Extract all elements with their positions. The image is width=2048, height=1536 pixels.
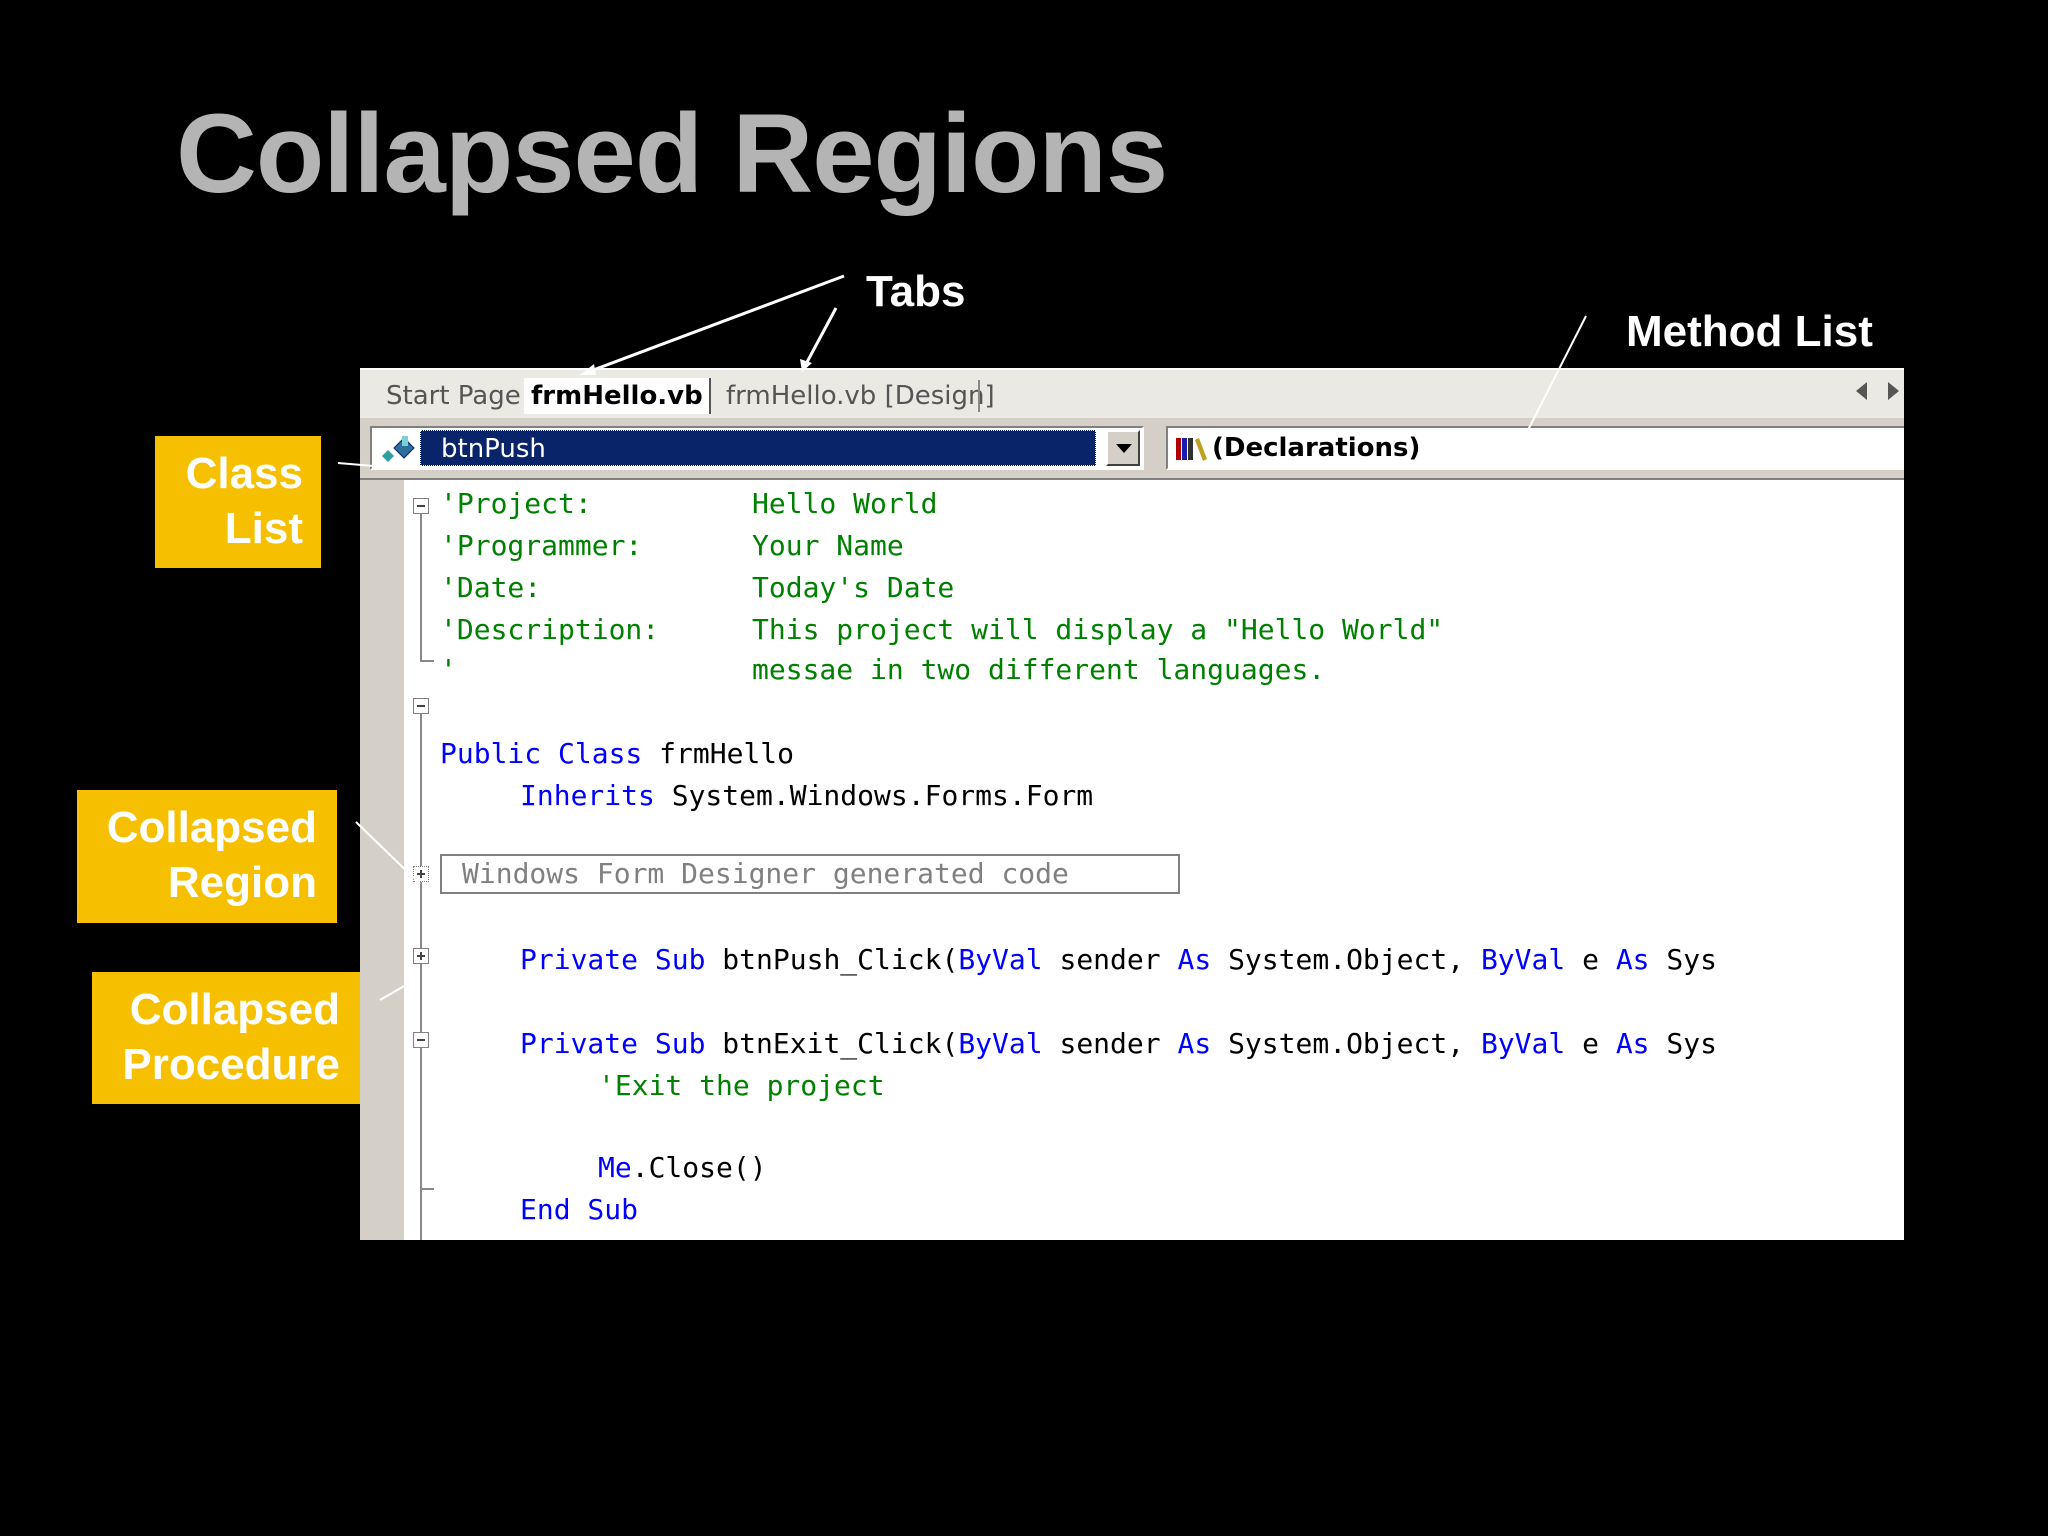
tabs-leader-line — [804, 307, 838, 365]
collapsed-procedure-leader-line — [379, 977, 419, 1001]
method-list-leader-line — [1525, 315, 1587, 435]
class-list-leader-line — [337, 462, 375, 467]
tabs-leader-line — [587, 274, 845, 374]
tabs-arrowhead — [580, 364, 596, 375]
collapsed-region-leader-line — [355, 821, 421, 885]
callout-leader-lines — [337, 274, 1587, 1001]
